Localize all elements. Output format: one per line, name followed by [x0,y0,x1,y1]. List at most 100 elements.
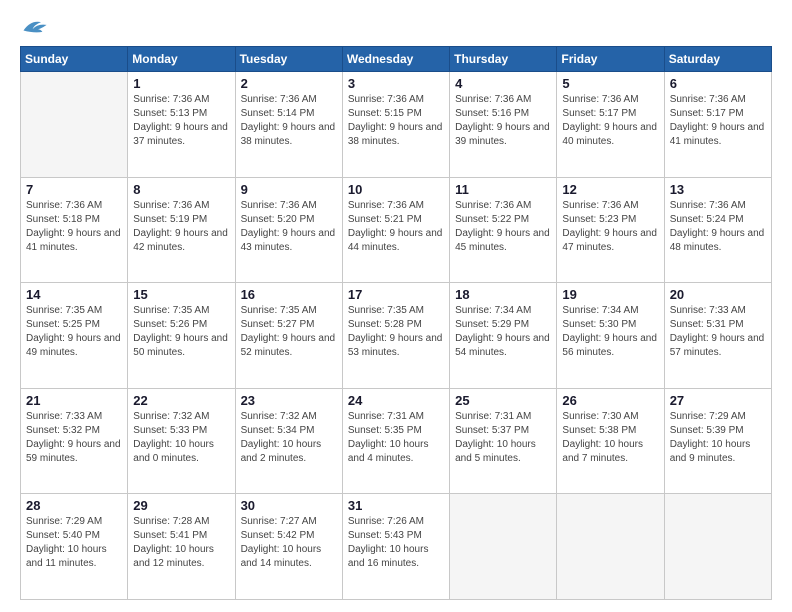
day-number: 20 [670,287,766,302]
day-number: 13 [670,182,766,197]
day-info: Sunrise: 7:29 AMSunset: 5:40 PMDaylight:… [26,515,122,571]
day-number: 29 [133,498,229,513]
day-number: 12 [562,182,658,197]
weekday-header-thursday: Thursday [450,47,557,72]
day-info: Sunrise: 7:33 AMSunset: 5:32 PMDaylight:… [26,410,122,466]
day-info: Sunrise: 7:36 AMSunset: 5:19 PMDaylight:… [133,199,229,255]
calendar-cell: 6 Sunrise: 7:36 AMSunset: 5:17 PMDaylight… [664,72,771,178]
logo [20,16,52,38]
header [20,16,772,38]
day-info: Sunrise: 7:36 AMSunset: 5:21 PMDaylight:… [348,199,444,255]
calendar-cell: 22 Sunrise: 7:32 AMSunset: 5:33 PMDayligh… [128,388,235,494]
day-info: Sunrise: 7:32 AMSunset: 5:33 PMDaylight:… [133,410,229,466]
day-info: Sunrise: 7:36 AMSunset: 5:17 PMDaylight:… [562,93,658,149]
day-info: Sunrise: 7:28 AMSunset: 5:41 PMDaylight:… [133,515,229,571]
day-info: Sunrise: 7:35 AMSunset: 5:26 PMDaylight:… [133,304,229,360]
calendar-week-row: 1 Sunrise: 7:36 AMSunset: 5:13 PMDaylight… [21,72,772,178]
weekday-header-saturday: Saturday [664,47,771,72]
day-number: 8 [133,182,229,197]
day-number: 2 [241,76,337,91]
weekday-header-sunday: Sunday [21,47,128,72]
day-number: 31 [348,498,444,513]
calendar-cell: 20 Sunrise: 7:33 AMSunset: 5:31 PMDayligh… [664,283,771,389]
calendar-cell: 15 Sunrise: 7:35 AMSunset: 5:26 PMDayligh… [128,283,235,389]
calendar-cell: 12Sunrise: 7:36 AMSunset: 5:23 PMDayligh… [557,177,664,283]
calendar-week-row: 14 Sunrise: 7:35 AMSunset: 5:25 PMDayligh… [21,283,772,389]
day-info: Sunrise: 7:36 AMSunset: 5:24 PMDaylight:… [670,199,766,255]
day-info: Sunrise: 7:31 AMSunset: 5:37 PMDaylight:… [455,410,551,466]
day-number: 25 [455,393,551,408]
day-number: 18 [455,287,551,302]
day-info: Sunrise: 7:36 AMSunset: 5:13 PMDaylight:… [133,93,229,149]
weekday-header-tuesday: Tuesday [235,47,342,72]
day-info: Sunrise: 7:30 AMSunset: 5:38 PMDaylight:… [562,410,658,466]
calendar-cell [664,494,771,600]
day-info: Sunrise: 7:35 AMSunset: 5:27 PMDaylight:… [241,304,337,360]
day-info: Sunrise: 7:33 AMSunset: 5:31 PMDaylight:… [670,304,766,360]
day-number: 14 [26,287,122,302]
calendar-cell: 25 Sunrise: 7:31 AMSunset: 5:37 PMDayligh… [450,388,557,494]
calendar-cell: 8 Sunrise: 7:36 AMSunset: 5:19 PMDaylight… [128,177,235,283]
day-number: 23 [241,393,337,408]
calendar-week-row: 21Sunrise: 7:33 AMSunset: 5:32 PMDayligh… [21,388,772,494]
calendar-cell: 14 Sunrise: 7:35 AMSunset: 5:25 PMDayligh… [21,283,128,389]
calendar-cell: 17Sunrise: 7:35 AMSunset: 5:28 PMDayligh… [342,283,449,389]
calendar-week-row: 7 Sunrise: 7:36 AMSunset: 5:18 PMDaylight… [21,177,772,283]
day-info: Sunrise: 7:36 AMSunset: 5:14 PMDaylight:… [241,93,337,149]
calendar-cell: 29 Sunrise: 7:28 AMSunset: 5:41 PMDayligh… [128,494,235,600]
day-info: Sunrise: 7:32 AMSunset: 5:34 PMDaylight:… [241,410,337,466]
calendar-cell: 5Sunrise: 7:36 AMSunset: 5:17 PMDaylight… [557,72,664,178]
day-number: 27 [670,393,766,408]
day-number: 19 [562,287,658,302]
calendar-cell: 18 Sunrise: 7:34 AMSunset: 5:29 PMDayligh… [450,283,557,389]
day-info: Sunrise: 7:34 AMSunset: 5:30 PMDaylight:… [562,304,658,360]
day-number: 10 [348,182,444,197]
day-number: 15 [133,287,229,302]
calendar-cell [21,72,128,178]
calendar-table: SundayMondayTuesdayWednesdayThursdayFrid… [20,46,772,600]
day-info: Sunrise: 7:29 AMSunset: 5:39 PMDaylight:… [670,410,766,466]
calendar-cell: 27 Sunrise: 7:29 AMSunset: 5:39 PMDayligh… [664,388,771,494]
calendar-cell: 26 Sunrise: 7:30 AMSunset: 5:38 PMDayligh… [557,388,664,494]
day-info: Sunrise: 7:26 AMSunset: 5:43 PMDaylight:… [348,515,444,571]
calendar-cell: 23 Sunrise: 7:32 AMSunset: 5:34 PMDayligh… [235,388,342,494]
day-info: Sunrise: 7:34 AMSunset: 5:29 PMDaylight:… [455,304,551,360]
day-number: 1 [133,76,229,91]
day-number: 9 [241,182,337,197]
day-info: Sunrise: 7:36 AMSunset: 5:18 PMDaylight:… [26,199,122,255]
day-number: 22 [133,393,229,408]
day-number: 3 [348,76,444,91]
day-number: 30 [241,498,337,513]
calendar-cell: 1 Sunrise: 7:36 AMSunset: 5:13 PMDaylight… [128,72,235,178]
day-number: 17 [348,287,444,302]
calendar-cell: 3 Sunrise: 7:36 AMSunset: 5:15 PMDaylight… [342,72,449,178]
day-number: 28 [26,498,122,513]
calendar-cell [557,494,664,600]
calendar-cell: 24 Sunrise: 7:31 AMSunset: 5:35 PMDayligh… [342,388,449,494]
calendar-cell: 31 Sunrise: 7:26 AMSunset: 5:43 PMDayligh… [342,494,449,600]
day-number: 16 [241,287,337,302]
day-info: Sunrise: 7:36 AMSunset: 5:17 PMDaylight:… [670,93,766,149]
day-info: Sunrise: 7:36 AMSunset: 5:16 PMDaylight:… [455,93,551,149]
day-info: Sunrise: 7:36 AMSunset: 5:20 PMDaylight:… [241,199,337,255]
day-number: 26 [562,393,658,408]
day-number: 4 [455,76,551,91]
weekday-header-row: SundayMondayTuesdayWednesdayThursdayFrid… [21,47,772,72]
day-info: Sunrise: 7:35 AMSunset: 5:25 PMDaylight:… [26,304,122,360]
day-info: Sunrise: 7:31 AMSunset: 5:35 PMDaylight:… [348,410,444,466]
day-number: 24 [348,393,444,408]
day-number: 7 [26,182,122,197]
calendar-cell [450,494,557,600]
calendar-cell: 21Sunrise: 7:33 AMSunset: 5:32 PMDayligh… [21,388,128,494]
day-info: Sunrise: 7:36 AMSunset: 5:22 PMDaylight:… [455,199,551,255]
day-number: 11 [455,182,551,197]
calendar-cell: 9 Sunrise: 7:36 AMSunset: 5:20 PMDaylight… [235,177,342,283]
day-info: Sunrise: 7:36 AMSunset: 5:15 PMDaylight:… [348,93,444,149]
calendar-cell: 11 Sunrise: 7:36 AMSunset: 5:22 PMDayligh… [450,177,557,283]
day-number: 6 [670,76,766,91]
calendar-cell: 4 Sunrise: 7:36 AMSunset: 5:16 PMDaylight… [450,72,557,178]
calendar-cell: 13 Sunrise: 7:36 AMSunset: 5:24 PMDayligh… [664,177,771,283]
calendar-cell: 19 Sunrise: 7:34 AMSunset: 5:30 PMDayligh… [557,283,664,389]
calendar-cell: 30Sunrise: 7:27 AMSunset: 5:42 PMDayligh… [235,494,342,600]
calendar-cell: 7 Sunrise: 7:36 AMSunset: 5:18 PMDaylight… [21,177,128,283]
